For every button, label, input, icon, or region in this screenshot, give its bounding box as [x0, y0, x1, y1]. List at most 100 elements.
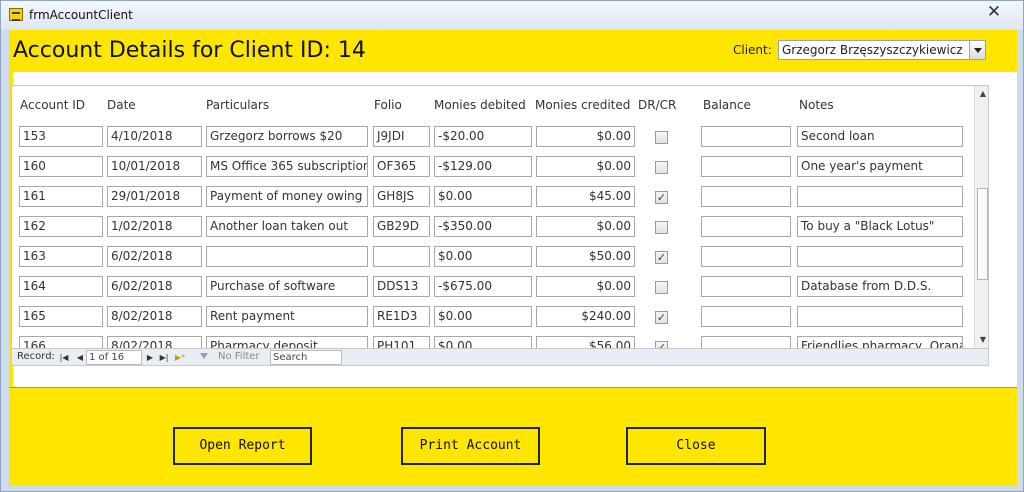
account-id-field[interactable]: 162: [19, 216, 103, 237]
record-position[interactable]: 1 of 16: [86, 350, 142, 365]
notes-field[interactable]: [797, 306, 963, 327]
filter-status[interactable]: No Filter: [218, 351, 260, 362]
client-dropdown[interactable]: Grzegorz Brzęszyszczykiewicz: [778, 40, 986, 60]
folio-field[interactable]: GH8JS: [373, 186, 430, 207]
table-row: 153 4/10/2018 Grzegorz borrows $20 J9JDI -$2…: [12, 122, 972, 152]
date-field[interactable]: 8/02/2018: [107, 306, 202, 327]
particulars-field[interactable]: Payment of money owing: [206, 186, 368, 207]
monies-credited-field[interactable]: $240.00: [536, 306, 635, 327]
balance-field[interactable]: [701, 306, 791, 327]
prev-record-icon[interactable]: ◀: [74, 352, 86, 364]
account-id-field[interactable]: 163: [19, 246, 103, 267]
vertical-scrollbar[interactable]: ▲ ▼: [974, 86, 988, 348]
record-navigator: Record: |◀ ◀ 1 of 16 ▶ ▶| ▶* No Filter S…: [12, 348, 988, 365]
monies-debited-field[interactable]: -$675.00: [434, 276, 532, 297]
balance-field[interactable]: [701, 186, 791, 207]
title-bar: frmAccountClient ✕: [1, 1, 1023, 30]
balance-field[interactable]: [701, 246, 791, 267]
notes-field[interactable]: To buy a "Black Lotus": [797, 216, 963, 237]
last-record-icon[interactable]: ▶|: [158, 352, 170, 364]
table-row: 162 1/02/2018 Another loan taken out GB29D -…: [12, 212, 972, 242]
drcr-checkbox[interactable]: [655, 281, 668, 294]
col-header-notes: Notes: [799, 98, 834, 112]
notes-field[interactable]: Second loan: [797, 126, 963, 147]
account-id-field[interactable]: 160: [19, 156, 103, 177]
col-header-account-id: Account ID: [20, 98, 86, 112]
account-id-field[interactable]: 164: [19, 276, 103, 297]
monies-debited-field[interactable]: $0.00: [434, 186, 532, 207]
scroll-thumb[interactable]: [977, 188, 988, 280]
col-header-monies-debited: Monies debited: [434, 98, 526, 112]
folio-field[interactable]: J9JDI: [373, 126, 430, 147]
monies-debited-field[interactable]: $0.00: [434, 246, 532, 267]
date-field[interactable]: 29/01/2018: [107, 186, 202, 207]
next-record-icon[interactable]: ▶: [144, 352, 156, 364]
drcr-checkbox[interactable]: ✓: [655, 251, 668, 264]
app-window: frmAccountClient ✕ Account Details for C…: [0, 0, 1024, 492]
monies-debited-field[interactable]: -$350.00: [434, 216, 532, 237]
window-title: frmAccountClient: [29, 8, 133, 22]
filter-icon: [200, 353, 208, 359]
date-field[interactable]: 6/02/2018: [107, 246, 202, 267]
table-row: 164 6/02/2018 Purchase of software DDS13 -$6…: [12, 272, 972, 302]
monies-credited-field[interactable]: $0.00: [536, 216, 635, 237]
particulars-field[interactable]: Rent payment: [206, 306, 368, 327]
particulars-field[interactable]: MS Office 365 subscription: [206, 156, 368, 177]
drcr-checkbox[interactable]: ✓: [655, 311, 668, 324]
monies-debited-field[interactable]: -$129.00: [434, 156, 532, 177]
monies-credited-field[interactable]: $0.00: [536, 156, 635, 177]
table-row: 165 8/02/2018 Rent payment RE1D3 $0.00 $240.0…: [12, 302, 972, 332]
date-field[interactable]: 6/02/2018: [107, 276, 202, 297]
client-dropdown-value: Grzegorz Brzęszyszczykiewicz: [782, 43, 963, 57]
col-header-balance: Balance: [703, 98, 751, 112]
form-body: Account Details for Client ID: 14 Client…: [9, 30, 1017, 486]
particulars-field[interactable]: [206, 246, 368, 267]
open-report-button[interactable]: Open Report: [173, 427, 312, 465]
monies-debited-field[interactable]: $0.00: [434, 306, 532, 327]
close-button[interactable]: Close: [626, 427, 766, 465]
chevron-down-icon[interactable]: [969, 41, 985, 59]
client-label: Client:: [733, 43, 772, 57]
folio-field[interactable]: GB29D: [373, 216, 430, 237]
form-header: Account Details for Client ID: 14 Client…: [9, 30, 1017, 72]
date-field[interactable]: 10/01/2018: [107, 156, 202, 177]
first-record-icon[interactable]: |◀: [58, 352, 70, 364]
balance-field[interactable]: [701, 126, 791, 147]
balance-field[interactable]: [701, 276, 791, 297]
account-id-field[interactable]: 165: [19, 306, 103, 327]
drcr-checkbox[interactable]: ✓: [655, 191, 668, 204]
monies-credited-field[interactable]: $0.00: [536, 126, 635, 147]
date-field[interactable]: 4/10/2018: [107, 126, 202, 147]
folio-field[interactable]: DDS13: [373, 276, 430, 297]
monies-debited-field[interactable]: -$20.00: [434, 126, 532, 147]
search-input[interactable]: Search: [270, 350, 342, 365]
folio-field[interactable]: [373, 246, 430, 267]
folio-field[interactable]: OF365: [373, 156, 430, 177]
date-field[interactable]: 1/02/2018: [107, 216, 202, 237]
monies-credited-field[interactable]: $0.00: [536, 276, 635, 297]
monies-credited-field[interactable]: $50.00: [536, 246, 635, 267]
balance-field[interactable]: [701, 156, 791, 177]
drcr-checkbox[interactable]: [655, 221, 668, 234]
drcr-checkbox[interactable]: [655, 131, 668, 144]
monies-credited-field[interactable]: $45.00: [536, 186, 635, 207]
print-account-button[interactable]: Print Account: [401, 427, 540, 465]
drcr-checkbox[interactable]: [655, 161, 668, 174]
folio-field[interactable]: RE1D3: [373, 306, 430, 327]
account-id-field[interactable]: 161: [19, 186, 103, 207]
account-id-field[interactable]: 153: [19, 126, 103, 147]
new-record-icon[interactable]: ▶*: [174, 352, 186, 364]
notes-field[interactable]: One year's payment: [797, 156, 963, 177]
notes-field[interactable]: Database from D.D.S.: [797, 276, 963, 297]
col-header-date: Date: [107, 98, 136, 112]
window-close-button[interactable]: ✕: [977, 1, 1011, 25]
particulars-field[interactable]: Purchase of software: [206, 276, 368, 297]
balance-field[interactable]: [701, 216, 791, 237]
scroll-down-icon[interactable]: ▼: [975, 332, 988, 348]
scroll-up-icon[interactable]: ▲: [975, 86, 988, 102]
page-title: Account Details for Client ID: 14: [13, 38, 366, 63]
notes-field[interactable]: [797, 246, 963, 267]
particulars-field[interactable]: Another loan taken out: [206, 216, 368, 237]
notes-field[interactable]: [797, 186, 963, 207]
particulars-field[interactable]: Grzegorz borrows $20: [206, 126, 368, 147]
